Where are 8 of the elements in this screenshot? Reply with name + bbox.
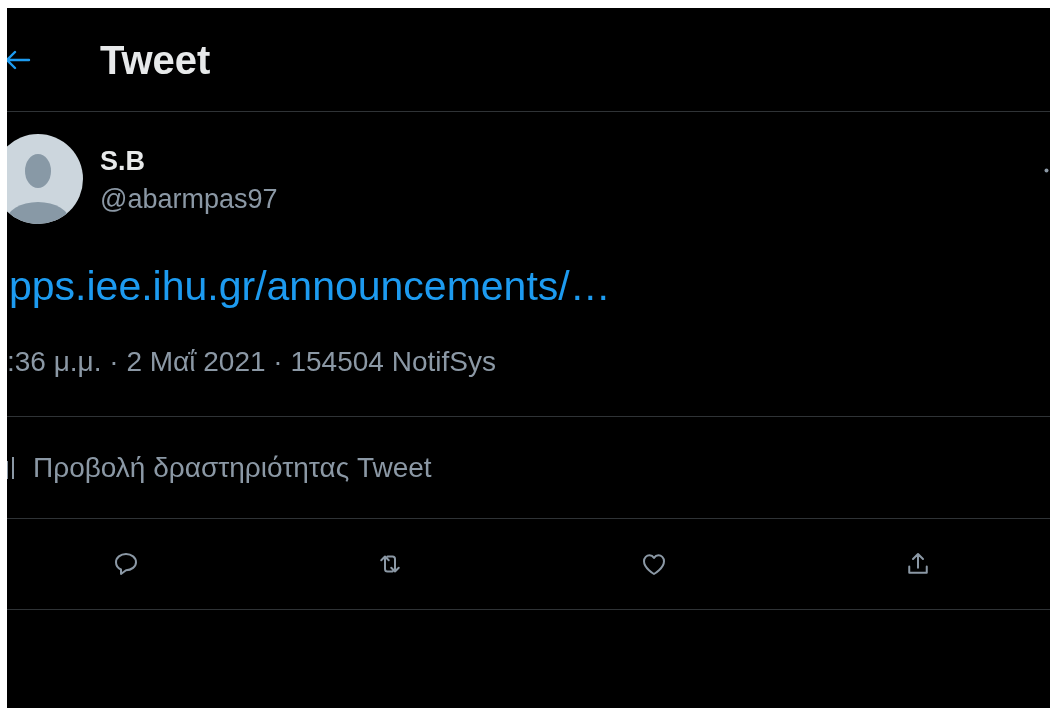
author-handle[interactable]: @abarmpas97 (100, 184, 278, 214)
more-icon[interactable] (1044, 168, 1049, 173)
page-title: Tweet (100, 36, 211, 84)
activity-bars-icon (7, 456, 17, 479)
author-name[interactable]: S.B (100, 146, 278, 176)
tweet-meta: :36 μ.μ. · 2 Μαΐ 2021 · 154504 NotifSys (7, 346, 496, 377)
url-link[interactable]: pps.iee.ihu.gr/announcements/… (9, 263, 611, 309)
view-activity-link[interactable]: Προβολή δραστηριότητας Tweet (33, 446, 432, 489)
